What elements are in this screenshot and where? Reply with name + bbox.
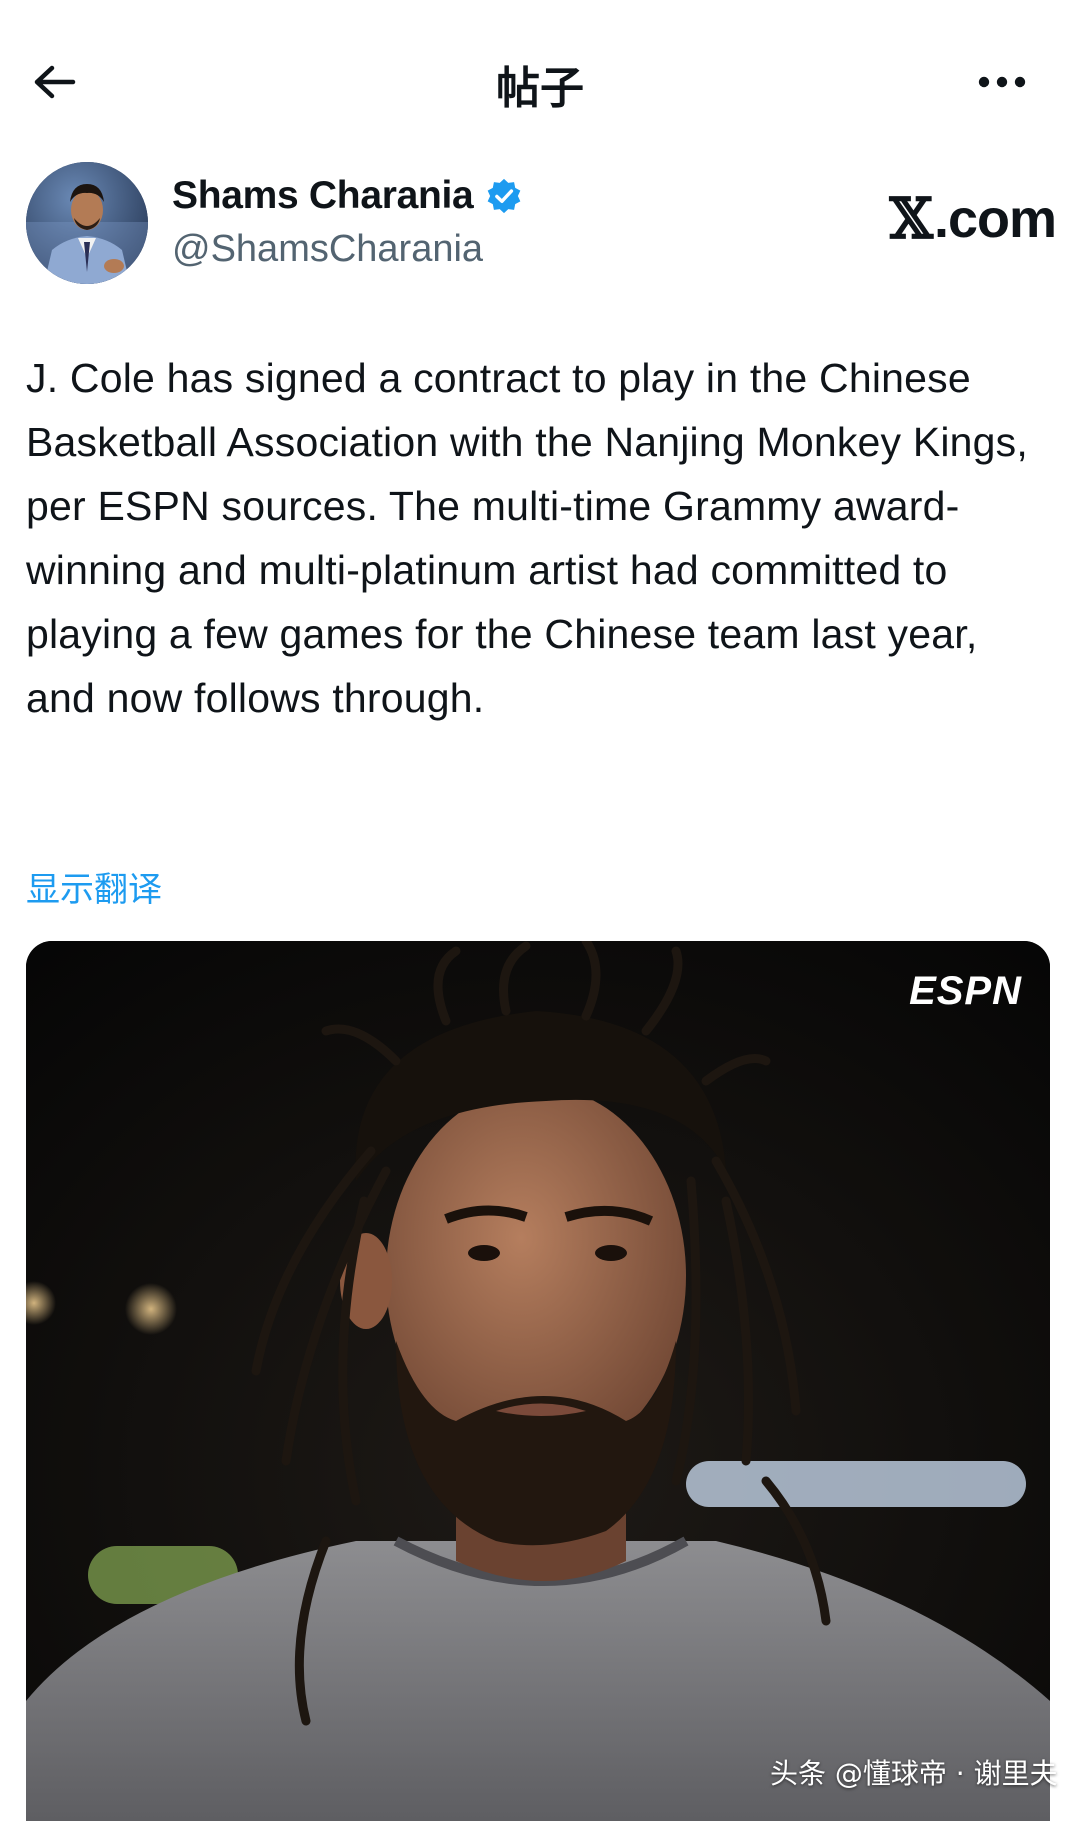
avatar[interactable] [26,162,148,284]
brand-domain: .com [933,189,1057,249]
author-name[interactable]: Shams Charania [172,174,474,218]
avatar-image [26,162,148,284]
top-bar: 帖子 [0,0,1080,160]
show-translation-link[interactable]: 显示翻译 [26,862,162,911]
espn-logo: ESPN [909,969,1022,1013]
tweet-text: J. Cole has signed a contract to play in… [26,355,1028,721]
tweet-media-image[interactable]: ESPN [26,941,1050,1821]
verified-badge-icon [488,178,521,214]
x-logo-icon: 𝕏 [889,186,933,252]
more-options-button[interactable] [972,62,1032,102]
author-handle[interactable]: @ShamsCharania [172,228,483,271]
photo-illustration [26,941,1050,1821]
page-title: 帖子 [496,63,584,114]
author-name-row: Shams Charania [172,174,523,218]
x-com-brand: 𝕏 .com [889,186,1058,252]
more-horizontal-icon [978,76,1026,88]
author-header: Shams Charania @ShamsCharania 𝕏 .com [26,162,1058,286]
watermark: 头条 @懂球帝 · 谢里夫 [770,1757,1058,1790]
